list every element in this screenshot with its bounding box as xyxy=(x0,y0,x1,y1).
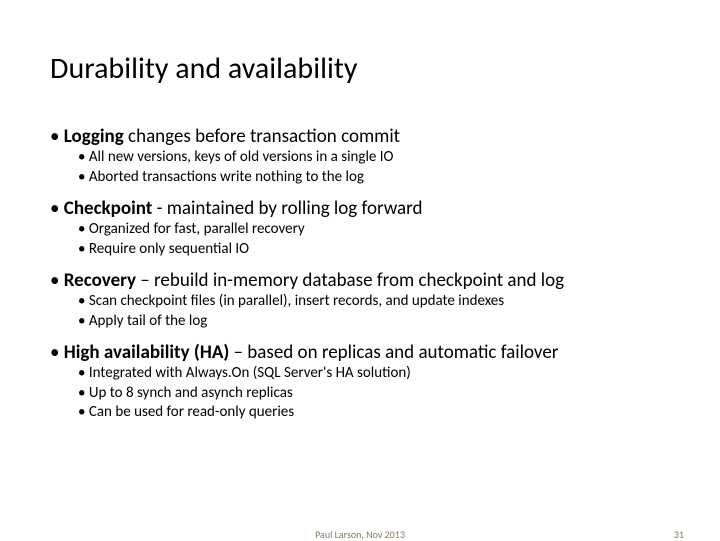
bullet-recovery: Recovery – rebuild in-memory database fr… xyxy=(50,269,670,292)
sub-bullet: Aborted transactions write nothing to th… xyxy=(50,168,670,188)
sub-bullet: All new versions, keys of old versions i… xyxy=(50,148,670,168)
bullet-logging: Logging changes before transaction commi… xyxy=(50,125,670,148)
footer-author: Paul Larson, Nov 2013 xyxy=(0,528,720,541)
sub-bullet: Apply tail of the log xyxy=(50,312,670,332)
sub-bullet: Organized for fast, parallel recovery xyxy=(50,220,670,240)
sub-bullet: Can be used for read-only queries xyxy=(50,403,670,423)
sub-bullet: Integrated with Always.On (SQL Server's … xyxy=(50,364,670,384)
slide: Durability and availability Logging chan… xyxy=(0,0,720,540)
sub-bullet: Require only sequential IO xyxy=(50,240,670,260)
bullet-bold: Logging xyxy=(64,125,124,148)
bullet-bold: High availability (HA) xyxy=(64,341,229,364)
bullet-rest: – based on replicas and automatic failov… xyxy=(229,341,558,364)
bullet-ha: High availability (HA) – based on replic… xyxy=(50,341,670,364)
page-number: 31 xyxy=(674,528,684,541)
sub-bullet: Scan checkpoint files (in parallel), ins… xyxy=(50,292,670,312)
sub-bullet: Up to 8 synch and asynch replicas xyxy=(50,384,670,404)
bullet-rest: – rebuild in-memory database from checkp… xyxy=(136,269,564,292)
bullet-checkpoint: Checkpoint - maintained by rolling log f… xyxy=(50,197,670,220)
bullet-rest: changes before transaction commit xyxy=(124,125,400,148)
bullet-rest: - maintained by rolling log forward xyxy=(152,197,422,220)
bullet-bold: Checkpoint xyxy=(64,197,153,220)
bullet-bold: Recovery xyxy=(64,269,136,292)
slide-title: Durability and availability xyxy=(50,50,670,87)
